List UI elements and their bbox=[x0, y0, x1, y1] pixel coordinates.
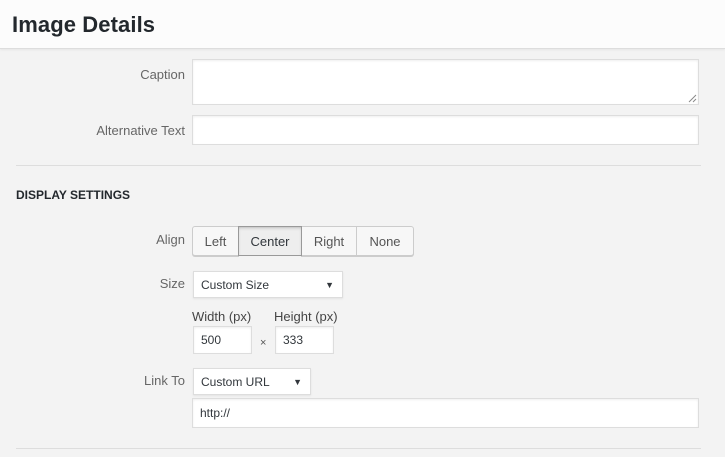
display-settings-heading: DISPLAY SETTINGS bbox=[16, 188, 131, 202]
modal-header: Image Details bbox=[0, 0, 725, 49]
caption-label: Caption bbox=[140, 67, 185, 82]
width-input[interactable]: 500 bbox=[193, 326, 252, 354]
align-right-button[interactable]: Right bbox=[301, 226, 357, 256]
scrollbar[interactable] bbox=[720, 49, 725, 457]
alt-text-input[interactable] bbox=[192, 115, 699, 145]
width-value: 500 bbox=[201, 333, 222, 347]
align-label: Align bbox=[156, 232, 185, 247]
resize-grip-icon[interactable] bbox=[688, 94, 697, 103]
link-to-select[interactable]: Custom URL ▼ bbox=[193, 368, 311, 395]
size-select-value: Custom Size bbox=[201, 277, 270, 292]
link-to-select-value: Custom URL bbox=[201, 374, 270, 389]
align-left-button[interactable]: Left bbox=[192, 226, 239, 256]
link-url-input[interactable]: http:// bbox=[192, 398, 699, 428]
height-value: 333 bbox=[283, 333, 304, 347]
image-details-panel: Caption Alternative Text DISPLAY SETTING… bbox=[0, 49, 725, 457]
height-label: Height (px) bbox=[274, 309, 338, 324]
link-to-label: Link To bbox=[144, 373, 185, 388]
size-label: Size bbox=[159, 276, 185, 291]
align-button-group: Left Center Right None bbox=[192, 226, 414, 256]
link-url-value: http:// bbox=[200, 406, 231, 420]
times-separator: × bbox=[260, 337, 267, 349]
divider bbox=[16, 165, 701, 166]
chevron-down-icon: ▼ bbox=[293, 376, 302, 387]
align-none-button[interactable]: None bbox=[356, 226, 414, 256]
size-select[interactable]: Custom Size ▼ bbox=[193, 271, 343, 298]
height-input[interactable]: 333 bbox=[275, 326, 334, 354]
caption-textarea[interactable] bbox=[192, 59, 699, 105]
divider bbox=[16, 448, 701, 449]
chevron-down-icon: ▼ bbox=[325, 279, 334, 290]
width-label: Width (px) bbox=[192, 309, 252, 324]
page-title: Image Details bbox=[12, 12, 156, 37]
alt-text-label: Alternative Text bbox=[96, 123, 185, 138]
align-center-button[interactable]: Center bbox=[238, 226, 302, 256]
